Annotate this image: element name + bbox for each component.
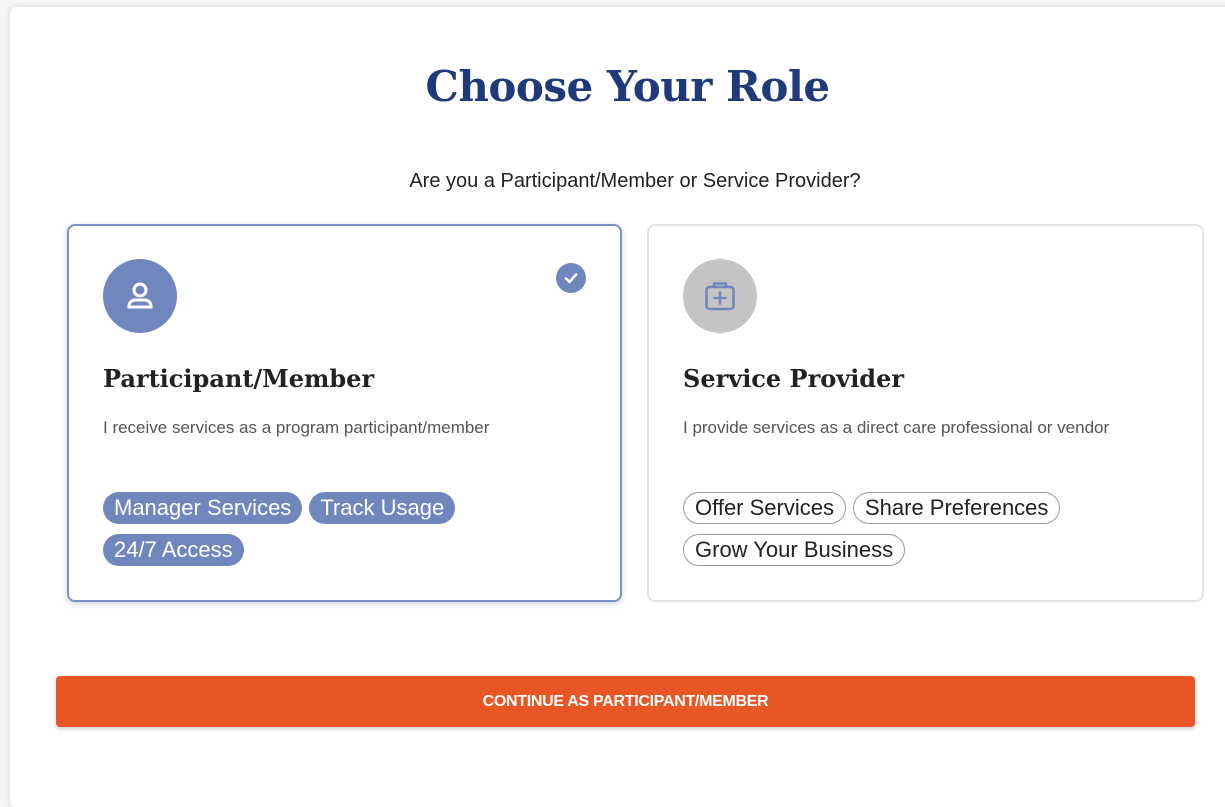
role-tags: Offer Services Share Preferences Grow Yo…	[683, 492, 1153, 566]
continue-button[interactable]: CONTINUE AS PARTICIPANT/MEMBER	[56, 676, 1195, 727]
role-tag: Track Usage	[309, 492, 456, 524]
role-title: Participant/Member	[103, 364, 375, 393]
role-tag: Share Preferences	[852, 492, 1061, 524]
page-title: Choose Your Role	[425, 62, 830, 111]
role-tag: Manager Services	[103, 492, 303, 524]
role-description: I provide services as a direct care prof…	[683, 418, 1110, 437]
role-tag: Grow Your Business	[683, 534, 906, 566]
role-description: I receive services as a program particip…	[103, 418, 490, 437]
role-title: Service Provider	[683, 364, 905, 393]
selected-check-icon	[556, 263, 586, 293]
role-tag: 24/7 Access	[103, 534, 244, 566]
role-card-participant[interactable]: Participant/Member I receive services as…	[67, 224, 622, 602]
role-card-provider[interactable]: Service Provider I provide services as a…	[647, 224, 1204, 602]
person-icon	[103, 259, 177, 333]
role-tags: Manager Services Track Usage 24/7 Access	[103, 492, 573, 566]
medical-kit-icon	[683, 259, 757, 333]
role-tag: Offer Services	[683, 492, 846, 524]
page-subtitle: Are you a Participant/Member or Service …	[409, 170, 861, 192]
